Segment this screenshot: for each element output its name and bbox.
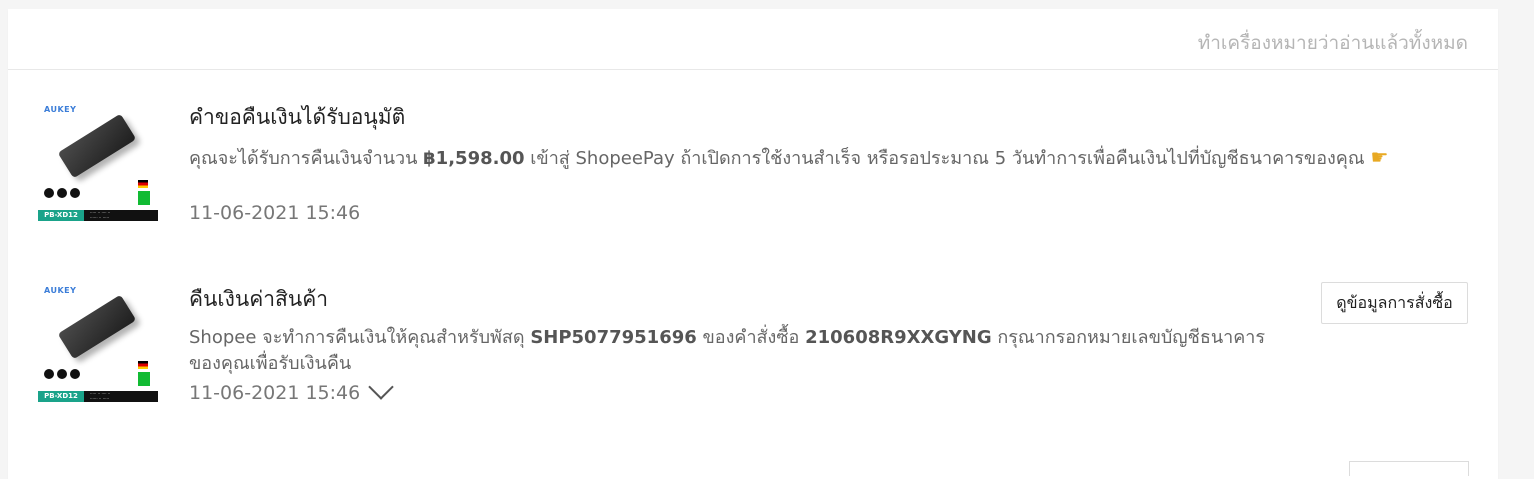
thumbnail-model: PB-XD12 (38, 391, 84, 402)
thumbnail-brand: AUKEY (44, 105, 77, 114)
thumbnail-brand: AUKEY (44, 286, 77, 295)
notification-panel: ทำเครื่องหมายว่าอ่านแล้วทั้งหมด AUKEY PB… (8, 9, 1498, 479)
parcel-id: SHP5077951696 (530, 327, 697, 348)
notification-timestamp: 11-06-2021 15:46 (189, 382, 361, 404)
pointing-hand-icon: ☛ (1370, 145, 1389, 169)
refund-amount: ฿1,598.00 (423, 148, 525, 169)
view-order-button[interactable]: ดูข้อมูลการสั่งซื้อ (1321, 282, 1468, 324)
notification-title: คำขอคืนเงินได้รับอนุมัติ (189, 105, 406, 129)
mark-all-read-link[interactable]: ทำเครื่องหมายว่าอ่านแล้วทั้งหมด (1198, 28, 1468, 58)
notification-description: Shopee จะทำการคืนเงินให้คุณสำหรับพัสดุ S… (189, 327, 1266, 374)
power-bank-image (57, 294, 137, 360)
notification-timestamp: 11-06-2021 15:46 (189, 202, 361, 224)
thumbnail-model: PB-XD12 (38, 210, 84, 221)
notification-header: ทำเครื่องหมายว่าอ่านแล้วทั้งหมด (8, 9, 1498, 70)
chevron-down-icon[interactable] (368, 374, 394, 400)
product-thumbnail: AUKEY PB-XD12 ····· ·· ···· ·· ······ ·· … (38, 101, 158, 221)
power-bank-image (57, 113, 137, 179)
product-thumbnail: AUKEY PB-XD12 ····· ·· ···· ·· ······ ·· … (38, 282, 158, 402)
notification-description: คุณจะได้รับการคืนเงินจำนวน ฿1,598.00 เข้… (189, 145, 1389, 169)
order-id: 210608R9XXGYNG (805, 327, 992, 348)
next-item-button[interactable] (1349, 461, 1469, 476)
notification-title: คืนเงินค่าสินค้า (189, 287, 329, 311)
